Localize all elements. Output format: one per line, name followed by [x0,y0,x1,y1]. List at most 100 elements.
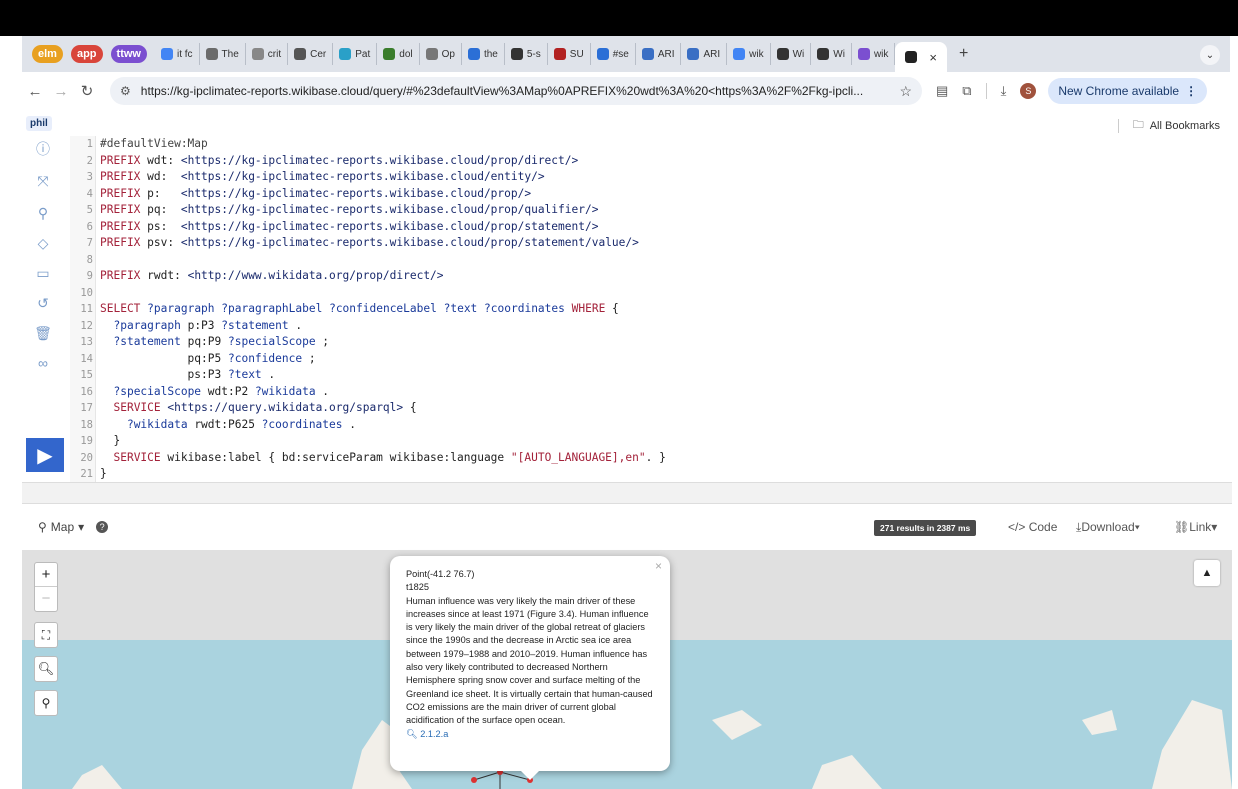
code-text[interactable]: SERVICE wikibase:label { bd:serviceParam… [96,450,665,467]
info-icon[interactable]: ⓘ [34,140,52,158]
reload-icon[interactable]: ↻ [74,82,100,100]
code-text[interactable]: PREFIX pq: <https://kg-ipclimatec-report… [96,202,598,219]
trash-icon[interactable]: 🗑 [34,324,52,342]
code-text[interactable]: #defaultView:Map [96,136,208,153]
browser-tab[interactable]: SU [548,43,591,65]
code-text[interactable]: SERVICE <https://query.wikidata.org/spar… [96,400,416,417]
code-line[interactable]: 18 ?wikidata rwdt:P625 ?coordinates . [70,417,1220,434]
code-text[interactable]: PREFIX ps: <https://kg-ipclimatec-report… [96,219,598,236]
code-line[interactable]: 12 ?paragraph p:P3 ?statement . [70,318,1220,335]
all-bookmarks-button[interactable]: 🗀 All Bookmarks [1117,116,1220,135]
code-line[interactable]: 2 PREFIX wdt: <https://kg-ipclimatec-repo… [70,153,1220,170]
url-text[interactable]: https://kg-ipclimatec-reports.wikibase.c… [141,84,900,98]
browser-tab[interactable]: Cer [288,43,334,65]
query-editor[interactable]: ⓘ ⤧ ⚲ ◇ ▭ ↺ 🗑 ∞ ▶ 1 #defaultView:Map 2 PREF… [22,136,1230,482]
code-text[interactable] [96,285,100,302]
code-text[interactable]: PREFIX wdt: <https://kg-ipclimatec-repor… [96,153,578,170]
link-button[interactable]: ⛓Link▾ [1174,520,1217,534]
code-line[interactable]: 13 ?statement pq:P9 ?specialScope ; [70,334,1220,351]
code-line[interactable]: 8 [70,252,1220,269]
fullscreen-icon[interactable]: ⤧ [34,172,52,190]
code-line[interactable]: 6 PREFIX ps: <https://kg-ipclimatec-repor… [70,219,1220,236]
extensions-icon[interactable]: ⧉ [962,83,971,99]
tab-group-elm[interactable]: elm [32,45,63,63]
code-text[interactable]: ?specialScope wdt:P2 ?wikidata . [96,384,329,401]
code-text[interactable]: } [96,466,107,483]
history-icon[interactable]: ↺ [34,294,52,312]
folder-open-icon[interactable]: ▭ [34,264,52,282]
browser-tab[interactable]: Op [420,43,462,65]
resize-splitter[interactable] [22,482,1232,504]
zoom-search-button[interactable]: 🔍︎ [34,656,58,682]
code-text[interactable]: SELECT ?paragraph ?paragraphLabel ?confi… [96,301,619,318]
code-line[interactable]: 4 PREFIX p: <https://kg-ipclimatec-report… [70,186,1220,203]
code-text[interactable]: PREFIX p: <https://kg-ipclimatec-reports… [96,186,531,203]
locate-button[interactable]: ⚲ [34,690,58,716]
tab-active[interactable]: × [895,42,947,72]
browser-tab[interactable]: Wi [771,43,812,65]
code-text[interactable]: pq:P5 ?confidence ; [96,351,316,368]
pin-icon[interactable]: ⚲ [34,204,52,222]
browser-tab[interactable]: #se [591,43,636,65]
bookmark-phil[interactable]: phil [26,115,52,131]
code-line[interactable]: 17 SERVICE <https://query.wikidata.org/s… [70,400,1220,417]
code-text[interactable]: PREFIX psv: <https://kg-ipclimatec-repor… [96,235,639,252]
code-text[interactable]: PREFIX wd: <https://kg-ipclimatec-report… [96,169,545,186]
code-line[interactable]: 10 [70,285,1220,302]
code-line[interactable]: 20 SERVICE wikibase:label { bd:servicePa… [70,450,1220,467]
profile-avatar[interactable]: S [1020,83,1037,99]
browser-tab[interactable]: ARI [681,43,728,65]
tab-close-icon[interactable]: × [929,50,937,65]
tab-group-ttww[interactable]: ttww [110,45,147,63]
forward-icon[interactable]: → [48,83,74,100]
address-bar[interactable]: ⚙ https://kg-ipclimatec-reports.wikibase… [110,77,922,105]
download-button[interactable]: ⤓Download▾ [1076,520,1140,535]
code-line[interactable]: 15 ps:P3 ?text . [70,367,1220,384]
view-selector[interactable]: ⚲ Map ▾ [38,520,84,534]
browser-tab[interactable]: Wi [811,43,852,65]
code-lines[interactable]: 1 #defaultView:Map 2 PREFIX wdt: <https://k… [70,136,1220,483]
new-tab-button[interactable]: + [959,45,968,63]
link-icon[interactable]: ∞ [34,354,52,372]
run-query-button[interactable]: ▶ [26,438,64,472]
browser-tab[interactable]: The [200,43,246,65]
popup-close-icon[interactable]: × [655,559,662,573]
reading-list-icon[interactable]: ▤ [936,83,948,99]
browser-tab[interactable]: crit [246,43,289,65]
zoom-out-button[interactable]: − [35,587,57,611]
code-line[interactable]: 21} [70,466,1220,483]
code-text[interactable]: PREFIX rwdt: <http://www.wikidata.org/pr… [96,268,444,285]
popup-paragraph-link[interactable]: 🔍︎ 2.1.2.a [406,728,654,741]
code-button[interactable]: </> Code [1008,520,1057,534]
browser-tab[interactable]: the [462,43,505,65]
code-line[interactable]: 11 SELECT ?paragraph ?paragraphLabel ?con… [70,301,1220,318]
back-icon[interactable]: ← [22,83,48,100]
code-text[interactable]: ?paragraph p:P3 ?statement . [96,318,302,335]
code-line[interactable]: 19 } [70,433,1220,450]
code-line[interactable]: 14 pq:P5 ?confidence ; [70,351,1220,368]
tab-group-app[interactable]: app [70,45,103,63]
code-line[interactable]: 16 ?specialScope wdt:P2 ?wikidata . [70,384,1220,401]
browser-tab[interactable]: it fc [155,43,200,65]
code-text[interactable]: ?statement pq:P9 ?specialScope ; [96,334,329,351]
browser-tab[interactable]: wik [852,43,896,65]
layers-toggle-button[interactable]: ▲ [1194,560,1220,586]
code-line[interactable]: 1 #defaultView:Map [70,136,1220,153]
help-icon[interactable]: ? [96,521,109,533]
code-line[interactable]: 7 PREFIX psv: <https://kg-ipclimatec-repo… [70,235,1220,252]
browser-tab[interactable]: wik [727,43,771,65]
browser-tab[interactable]: 5-s [505,43,548,65]
code-text[interactable] [96,252,100,269]
code-line[interactable]: 5 PREFIX pq: <https://kg-ipclimatec-repor… [70,202,1220,219]
download-icon[interactable]: ⤓ [1001,83,1007,99]
new-chrome-available-button[interactable]: New Chrome available ⋮ [1048,78,1208,104]
code-line[interactable]: 3 PREFIX wd: <https://kg-ipclimatec-repor… [70,169,1220,186]
code-line[interactable]: 9 PREFIX rwdt: <http://www.wikidata.org/p… [70,268,1220,285]
fullscreen-map-button[interactable]: ⛶ [34,622,58,648]
site-info-icon[interactable]: ⚙ [120,84,131,98]
code-text[interactable]: ps:P3 ?text . [96,367,276,384]
browser-tab[interactable]: dol [377,43,420,65]
zoom-in-button[interactable]: + [35,563,57,587]
code-text[interactable]: ?wikidata rwdt:P625 ?coordinates . [96,417,356,434]
browser-tab[interactable]: Pat [333,43,378,65]
